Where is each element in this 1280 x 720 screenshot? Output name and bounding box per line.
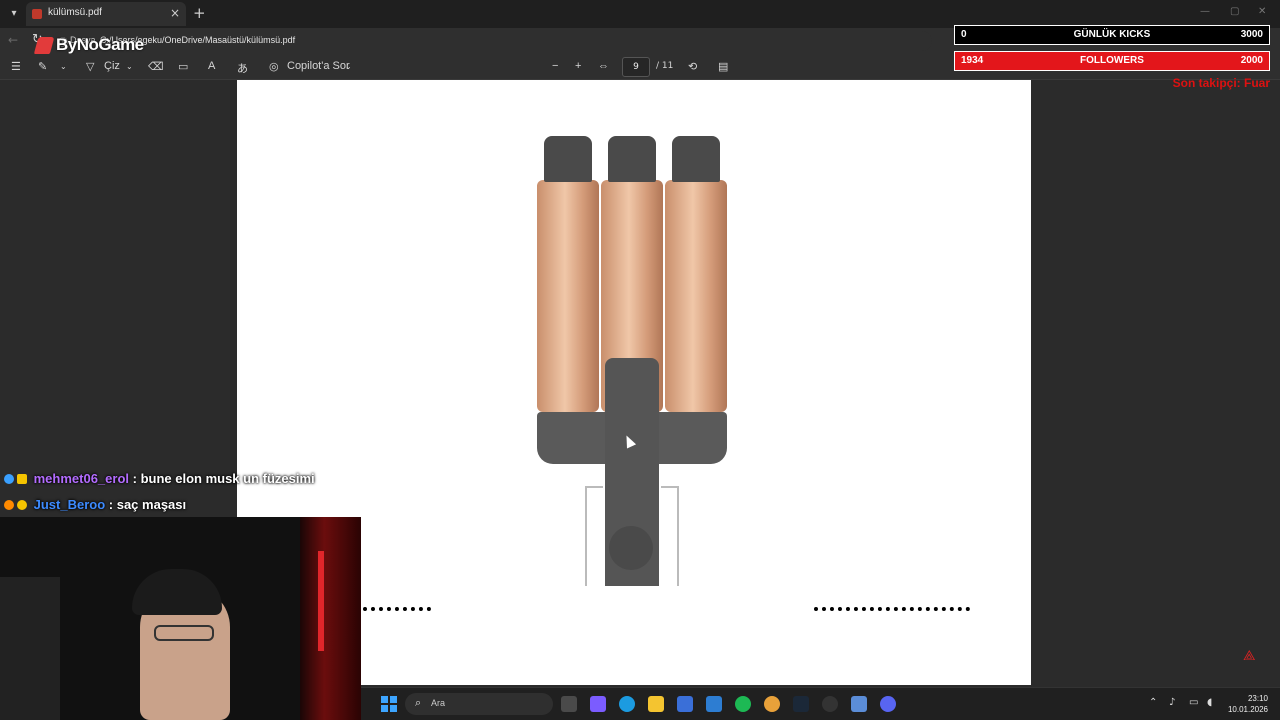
dotted-line <box>814 607 970 611</box>
file-explorer-icon[interactable] <box>648 696 664 712</box>
chevron-up-icon[interactable]: ⌃ <box>1149 697 1157 708</box>
webcam-background <box>0 577 60 720</box>
barrel-tip <box>672 136 720 182</box>
url-input[interactable]: ⓘ Dosya C:/Users/egeku/OneDrive/Masaüstü… <box>52 31 932 51</box>
dotted-line <box>363 607 431 611</box>
close-icon[interactable]: × <box>170 6 180 20</box>
chevron-down-icon[interactable]: ⌄ <box>345 62 352 71</box>
tab-pdf[interactable]: külümsü.pdf × <box>26 2 186 26</box>
chat-username: Just_Beroo <box>33 497 106 512</box>
network-icon[interactable]: ▭ <box>1189 697 1198 708</box>
chat-username: mehmet06_erol <box>33 471 130 486</box>
screen: ▾ külümsü.pdf × + — ▢ ✕ ← ↻ ⓘ Dosya C:/U… <box>0 0 1280 720</box>
zoom-in-icon[interactable]: + <box>575 60 581 72</box>
draw-label[interactable]: Çiz <box>104 60 120 72</box>
crown-badge-icon <box>17 474 27 484</box>
settings-app-icon[interactable] <box>851 696 867 712</box>
chevron-down-icon[interactable]: ⌄ <box>126 62 133 71</box>
followers-label: FOLLOWERS <box>1080 55 1144 66</box>
followers-goal-widget: 1934 FOLLOWERS 2000 <box>954 51 1270 71</box>
handle-button <box>609 526 653 570</box>
copilot-icon[interactable]: ◎ <box>269 60 279 73</box>
volume-icon[interactable]: ◖ <box>1207 697 1212 708</box>
clock-time: 23:10 <box>1247 694 1268 703</box>
last-follower: Son takipçi: Fuar <box>1172 76 1270 90</box>
highlight-icon[interactable]: ✎ <box>38 60 47 73</box>
draw-icon[interactable]: ▽ <box>86 60 94 73</box>
edge-icon[interactable] <box>619 696 635 712</box>
chat-text: : bune elon musk un füzesimi <box>132 471 315 486</box>
coin-badge-icon <box>17 500 27 510</box>
task-view-icon[interactable] <box>561 696 577 712</box>
window-close-icon[interactable]: ✕ <box>1258 6 1266 17</box>
page-total: / 11 <box>656 61 674 71</box>
tab-title: külümsü.pdf <box>48 7 102 18</box>
page-view-icon[interactable]: ▤ <box>718 60 728 73</box>
translate-icon[interactable]: あ <box>237 60 248 76</box>
clock[interactable]: 23:10 10.01.2026 <box>1228 693 1268 715</box>
zoom-out-icon[interactable]: − <box>552 60 558 72</box>
streamer-glasses <box>154 625 214 641</box>
copilot-button[interactable]: Copilot'a Sor <box>287 60 350 72</box>
microphone-icon[interactable]: ♪ <box>1169 697 1175 708</box>
github-icon[interactable] <box>822 696 838 712</box>
chat-overlay: mehmet06_erol : bune elon musk un füzesi… <box>4 470 315 522</box>
chat-message: mehmet06_erol : bune elon musk un füzesi… <box>4 470 315 496</box>
led-light <box>318 551 324 651</box>
search-icon: ⌕ <box>415 696 422 709</box>
pdf-icon <box>32 9 42 19</box>
spotify-icon[interactable] <box>735 696 751 712</box>
chevron-down-icon[interactable]: ▾ <box>6 6 22 22</box>
drop-badge-icon <box>4 474 14 484</box>
steam-icon[interactable] <box>793 696 809 712</box>
mail-icon[interactable] <box>706 696 722 712</box>
acrobat-icon[interactable]: ⟁ <box>1243 648 1256 664</box>
taskbar-search[interactable]: ⌕ Ara <box>405 693 553 715</box>
clock-date: 10.01.2026 <box>1227 705 1268 714</box>
back-arrow-icon[interactable]: ← <box>8 33 18 47</box>
discord-icon[interactable] <box>880 696 896 712</box>
windows-start-icon[interactable] <box>381 696 397 712</box>
barrel <box>537 180 599 412</box>
plus-icon[interactable]: + <box>193 4 206 22</box>
kicks-goal: 3000 <box>1240 29 1263 40</box>
clip <box>661 486 679 586</box>
eraser-icon[interactable]: ⌫ <box>148 60 164 73</box>
clip <box>585 486 603 586</box>
webcam-feed <box>0 517 361 720</box>
minimize-icon[interactable]: — <box>1200 6 1210 17</box>
barrel-tip <box>544 136 592 182</box>
kicks-label: GÜNLÜK KICKS <box>1073 29 1151 40</box>
logo-text: ByNoGame <box>56 35 144 54</box>
maximize-icon[interactable]: ▢ <box>1230 6 1239 17</box>
read-aloud-icon[interactable]: A <box>208 60 215 72</box>
tab-bar: ▾ külümsü.pdf × + — ▢ ✕ <box>0 0 1280 28</box>
taskbar: ⌕ Ara ⌃ ♪ ▭ ◖ 23:10 10.01.2026 <box>361 687 1280 720</box>
fit-page-icon[interactable]: ⇔ <box>598 60 609 72</box>
page-number-input[interactable]: 9 <box>622 57 650 77</box>
contents-icon[interactable]: ☰ <box>11 60 21 73</box>
barrel-tip <box>608 136 656 182</box>
chrome-icon[interactable] <box>764 696 780 712</box>
text-box-icon[interactable]: ▭ <box>178 60 188 73</box>
chat-text: : saç maşası <box>108 497 187 512</box>
followers-goal: 2000 <box>1240 55 1263 66</box>
store-icon[interactable] <box>677 696 693 712</box>
rotate-icon[interactable]: ⟲ <box>688 60 697 73</box>
barrel <box>665 180 727 412</box>
chevron-down-icon[interactable]: ⌄ <box>60 62 67 71</box>
kicks-goal-widget: 0 GÜNLÜK KICKS 3000 <box>954 25 1270 45</box>
flame-badge-icon <box>4 500 14 510</box>
webcam-background <box>300 517 361 720</box>
hair-curler-image <box>537 136 727 586</box>
streamer-cap <box>132 569 222 615</box>
search-placeholder: Ara <box>431 698 446 708</box>
copilot-app-icon[interactable] <box>590 696 606 712</box>
